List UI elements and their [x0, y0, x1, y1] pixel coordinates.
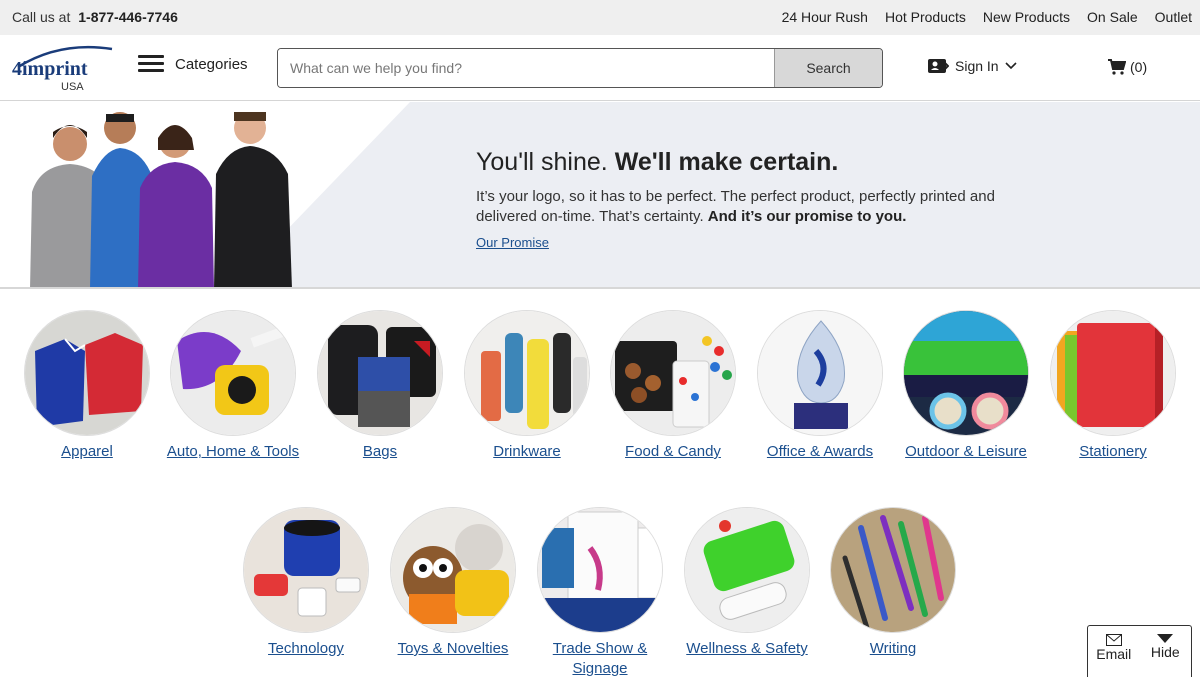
cart-count: (0)	[1130, 59, 1148, 75]
logo[interactable]: 4imprint USA	[10, 41, 114, 93]
category-drinkware[interactable]: Drinkware	[457, 310, 597, 462]
cart-icon	[1108, 59, 1126, 75]
logo-mark: 4imprint USA	[12, 45, 113, 93]
sign-in-menu[interactable]: Sign In	[927, 57, 1017, 75]
logo-text: 4imprint	[12, 58, 88, 80]
category-label: Auto, Home & Tools	[166, 443, 300, 460]
search-bar: Search	[277, 48, 883, 88]
category-label: Drinkware	[493, 443, 561, 460]
categories-menu-button[interactable]: Categories	[138, 55, 248, 73]
plush-toy-icon	[390, 507, 516, 633]
site-header: 4imprint USA Categories Search Sign In (…	[0, 35, 1200, 101]
category-outdoor-leisure[interactable]: Outdoor & Leisure	[896, 310, 1036, 462]
search-input[interactable]	[278, 49, 774, 87]
nav-outlet[interactable]: Outlet	[1155, 9, 1192, 25]
category-trade-show-signage[interactable]: Trade Show & Signage	[530, 507, 670, 679]
hide-label: Hide	[1150, 644, 1180, 660]
category-label: Bags	[362, 443, 398, 460]
candy-icon	[610, 310, 736, 436]
category-food-candy[interactable]: Food & Candy	[603, 310, 743, 462]
category-toys-novelties[interactable]: Toys & Novelties	[383, 507, 523, 659]
category-technology[interactable]: Technology	[236, 507, 376, 659]
banner-icon	[537, 507, 663, 633]
search-button[interactable]: Search	[774, 49, 882, 87]
hero-team-photo	[30, 112, 292, 287]
category-label: Writing	[869, 640, 917, 657]
speaker-icon	[243, 507, 369, 633]
bag-icon	[317, 310, 443, 436]
hero-banner: You'll shine. We'll make certain. It’s y…	[0, 102, 1200, 289]
call-us: Call us at 1-877-446-7746	[12, 9, 178, 25]
nav-new-products[interactable]: New Products	[983, 9, 1070, 25]
hero-title-bold: We'll make certain.	[614, 148, 839, 176]
email-widget: Email Hide	[1087, 625, 1192, 677]
category-label: Toys & Novelties	[397, 640, 509, 657]
utility-nav: 24 Hour Rush Hot Products New Products O…	[782, 9, 1192, 25]
category-writing[interactable]: Writing	[823, 507, 963, 659]
category-label: Food & Candy	[625, 443, 721, 460]
call-prefix: Call us at	[12, 9, 71, 25]
account-card-icon	[928, 59, 949, 73]
category-label: Outdoor & Leisure	[905, 443, 1027, 460]
award-icon	[757, 310, 883, 436]
email-label: Email	[1096, 646, 1132, 662]
category-apparel[interactable]: Apparel	[17, 310, 157, 462]
category-bags[interactable]: Bags	[310, 310, 450, 462]
hero-body-bold: And it’s our promise to you.	[707, 208, 907, 225]
category-label: Wellness & Safety	[686, 640, 808, 657]
pen-icon	[830, 507, 956, 633]
category-label: Office & Awards	[766, 443, 874, 460]
our-promise-link[interactable]: Our Promise	[476, 235, 549, 250]
nav-24-hour-rush[interactable]: 24 Hour Rush	[782, 9, 868, 25]
hide-button[interactable]: Hide	[1140, 626, 1192, 677]
category-wellness-safety[interactable]: Wellness & Safety	[677, 507, 817, 659]
hero-body: It’s your logo, so it has to be perfect.…	[476, 187, 1016, 227]
categories-label: Categories	[175, 55, 248, 73]
tape-measure-icon	[170, 310, 296, 436]
envelope-icon	[1105, 634, 1122, 646]
category-label: Apparel	[61, 443, 113, 460]
cart-button[interactable]: (0)	[1108, 59, 1147, 75]
email-button[interactable]: Email	[1088, 626, 1140, 677]
notebook-icon	[1050, 310, 1176, 436]
chevron-down-icon	[1005, 62, 1017, 70]
hamburger-icon	[138, 55, 164, 73]
category-label: Trade Show & Signage	[552, 640, 648, 677]
category-auto-home-tools[interactable]: Auto, Home & Tools	[163, 310, 303, 462]
utility-bar: Call us at 1-877-446-7746 24 Hour Rush H…	[0, 0, 1200, 35]
sunglasses-icon	[903, 310, 1029, 436]
nav-on-sale[interactable]: On Sale	[1087, 9, 1138, 25]
bottle-icon	[464, 310, 590, 436]
hero-title: You'll shine. We'll make certain.	[476, 148, 838, 177]
hero-title-light: You'll shine.	[476, 148, 608, 176]
phone-number[interactable]: 1-877-446-7746	[78, 9, 178, 25]
category-stationery[interactable]: Stationery	[1043, 310, 1183, 462]
logo-sub: USA	[61, 81, 84, 93]
apparel-icon	[24, 310, 150, 436]
category-label: Stationery	[1079, 443, 1147, 460]
category-office-awards[interactable]: Office & Awards	[750, 310, 890, 462]
nav-hot-products[interactable]: Hot Products	[885, 9, 966, 25]
first-aid-kit-icon	[684, 507, 810, 633]
sign-in-label: Sign In	[955, 58, 999, 74]
category-label: Technology	[268, 640, 344, 657]
caret-down-icon	[1157, 634, 1174, 643]
